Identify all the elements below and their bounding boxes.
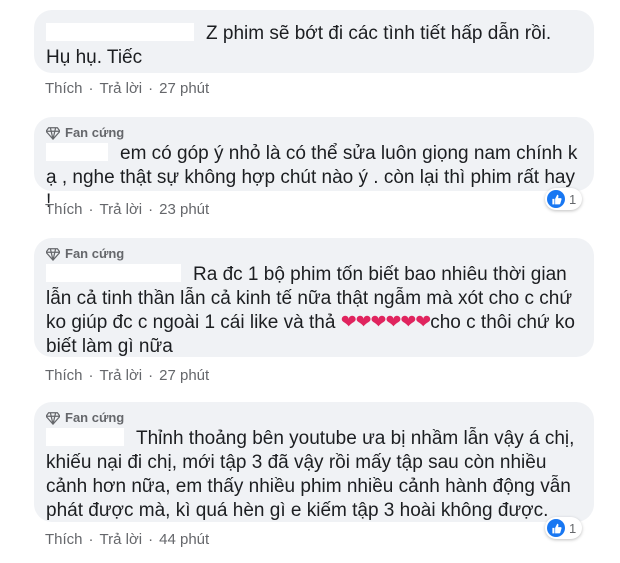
timestamp[interactable]: 27 phút [159,80,209,97]
diamond-icon [46,247,60,261]
separator-dot: · [88,80,94,97]
comment-text: Z phim sẽ bớt đi các tình tiết hấp dẫn r… [46,23,552,68]
separator-dot: · [148,531,154,548]
comment-bubble: Fan cứng em có góp ý nhỏ là có thể sửa l… [34,117,594,212]
like-link[interactable]: Thích [45,80,83,97]
separator-dot: · [88,201,94,218]
comment-text: Ra đc 1 bộ phim tốn biết bao nhiêu thời … [46,264,575,357]
like-link[interactable]: Thích [45,531,83,548]
reply-link[interactable]: Trả lời [100,80,143,97]
badge-label: Fan cứng [65,410,125,425]
reaction-number: 1 [569,520,577,536]
comment-3: Fan cứng Ra đc 1 bộ phim tốn biết bao nh… [34,238,594,357]
reaction-number: 1 [569,191,577,207]
reply-link[interactable]: Trả lời [100,201,143,218]
fan-badge: Fan cứng [46,410,580,425]
badge-label: Fan cứng [65,246,125,261]
like-link[interactable]: Thích [45,201,83,218]
reaction-count[interactable]: 1 [545,188,583,210]
separator-dot: · [148,367,154,384]
comment-bubble: Z phim sẽ bớt đi các tình tiết hấp dẫn r… [34,10,594,73]
commenter-name[interactable] [46,428,124,446]
comment-actions: Thích · Trả lời · 23 phút [45,201,209,218]
badge-label: Fan cứng [65,125,125,140]
comment-bubble: Fan cứng Ra đc 1 bộ phim tốn biết bao nh… [34,238,594,357]
comment-4: Fan cứng Thỉnh thoảng bên youtube ưa bị … [34,402,594,522]
comment-2: Fan cứng em có góp ý nhỏ là có thể sửa l… [34,117,594,212]
timestamp[interactable]: 44 phút [159,531,209,548]
separator-dot: · [148,80,154,97]
diamond-icon [46,411,60,425]
fan-badge: Fan cứng [46,246,580,261]
comment-text: Thỉnh thoảng bên youtube ưa bị nhầm lẫn … [46,428,575,521]
comment-bubble: Fan cứng Thỉnh thoảng bên youtube ưa bị … [34,402,594,522]
separator-dot: · [148,201,154,218]
reply-link[interactable]: Trả lời [100,367,143,384]
timestamp[interactable]: 27 phút [159,367,209,384]
heart-emojis: ❤❤❤❤❤❤ [340,312,432,333]
reaction-count[interactable]: 1 [545,517,583,539]
reply-link[interactable]: Trả lời [100,531,143,548]
comment-1: Z phim sẽ bớt đi các tình tiết hấp dẫn r… [34,10,594,73]
comment-actions: Thích · Trả lời · 27 phút [45,367,209,384]
comment-actions: Thích · Trả lời · 44 phút [45,531,209,548]
like-icon [547,190,565,208]
like-icon [547,519,565,537]
commenter-name[interactable] [46,264,181,282]
fan-badge: Fan cứng [46,125,580,140]
separator-dot: · [88,531,94,548]
timestamp[interactable]: 23 phút [159,201,209,218]
like-link[interactable]: Thích [45,367,83,384]
comment-actions: Thích · Trả lời · 27 phút [45,80,209,97]
commenter-name[interactable] [46,23,194,41]
diamond-icon [46,126,60,140]
commenter-name[interactable] [46,143,108,161]
separator-dot: · [88,367,94,384]
